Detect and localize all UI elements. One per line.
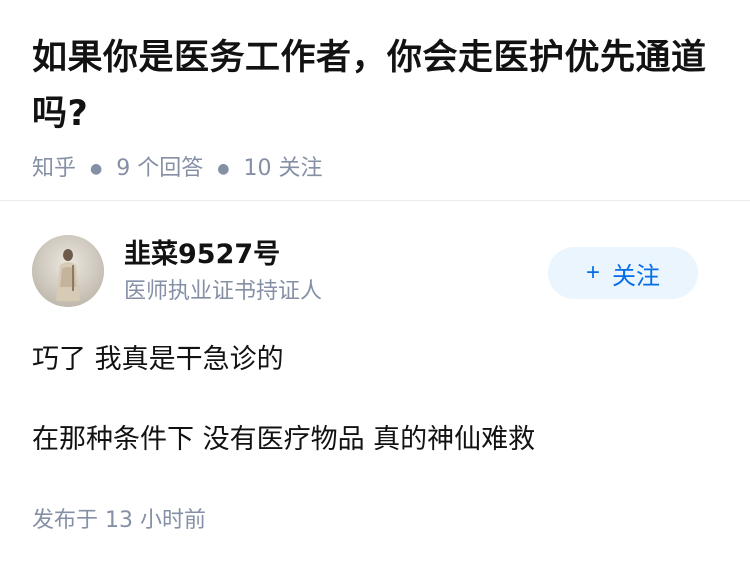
plus-icon: + (585, 259, 600, 286)
follow-count[interactable]: 10 关注 (243, 154, 322, 184)
separator-dot: ● (217, 161, 230, 177)
author-badge: 医师执业证书持证人 (124, 279, 323, 304)
follow-button[interactable]: + 关注 (548, 247, 698, 299)
answer-timestamp: 发布于 13 小时前 (32, 508, 206, 533)
answer-paragraph: 巧了 我真是干急诊的 (32, 344, 284, 375)
avatar-image (32, 235, 104, 307)
author-row: 韭菜9527号 医师执业证书持证人 + 关注 (32, 235, 718, 309)
source-label[interactable]: 知乎 (32, 154, 76, 184)
avatar[interactable] (32, 235, 104, 307)
answer-paragraph: 在那种条件下 没有医疗物品 真的神仙难救 (32, 424, 536, 455)
question-title[interactable]: 如果你是医务工作者，你会走医护优先通道吗? (32, 30, 722, 142)
follow-button-label: 关注 (612, 262, 660, 290)
answer-content: 巧了 我真是干急诊的 在那种条件下 没有医疗物品 真的神仙难救 (32, 338, 722, 462)
question-meta: 知乎 ● 9 个回答 ● 10 关注 (32, 154, 722, 184)
answer-count[interactable]: 9 个回答 (116, 154, 203, 184)
author-name[interactable]: 韭菜9527号 (124, 237, 280, 273)
separator-dot: ● (90, 161, 103, 177)
divider (0, 200, 750, 201)
question-header: 如果你是医务工作者，你会走医护优先通道吗? 知乎 ● 9 个回答 ● 10 关注 (32, 30, 722, 184)
